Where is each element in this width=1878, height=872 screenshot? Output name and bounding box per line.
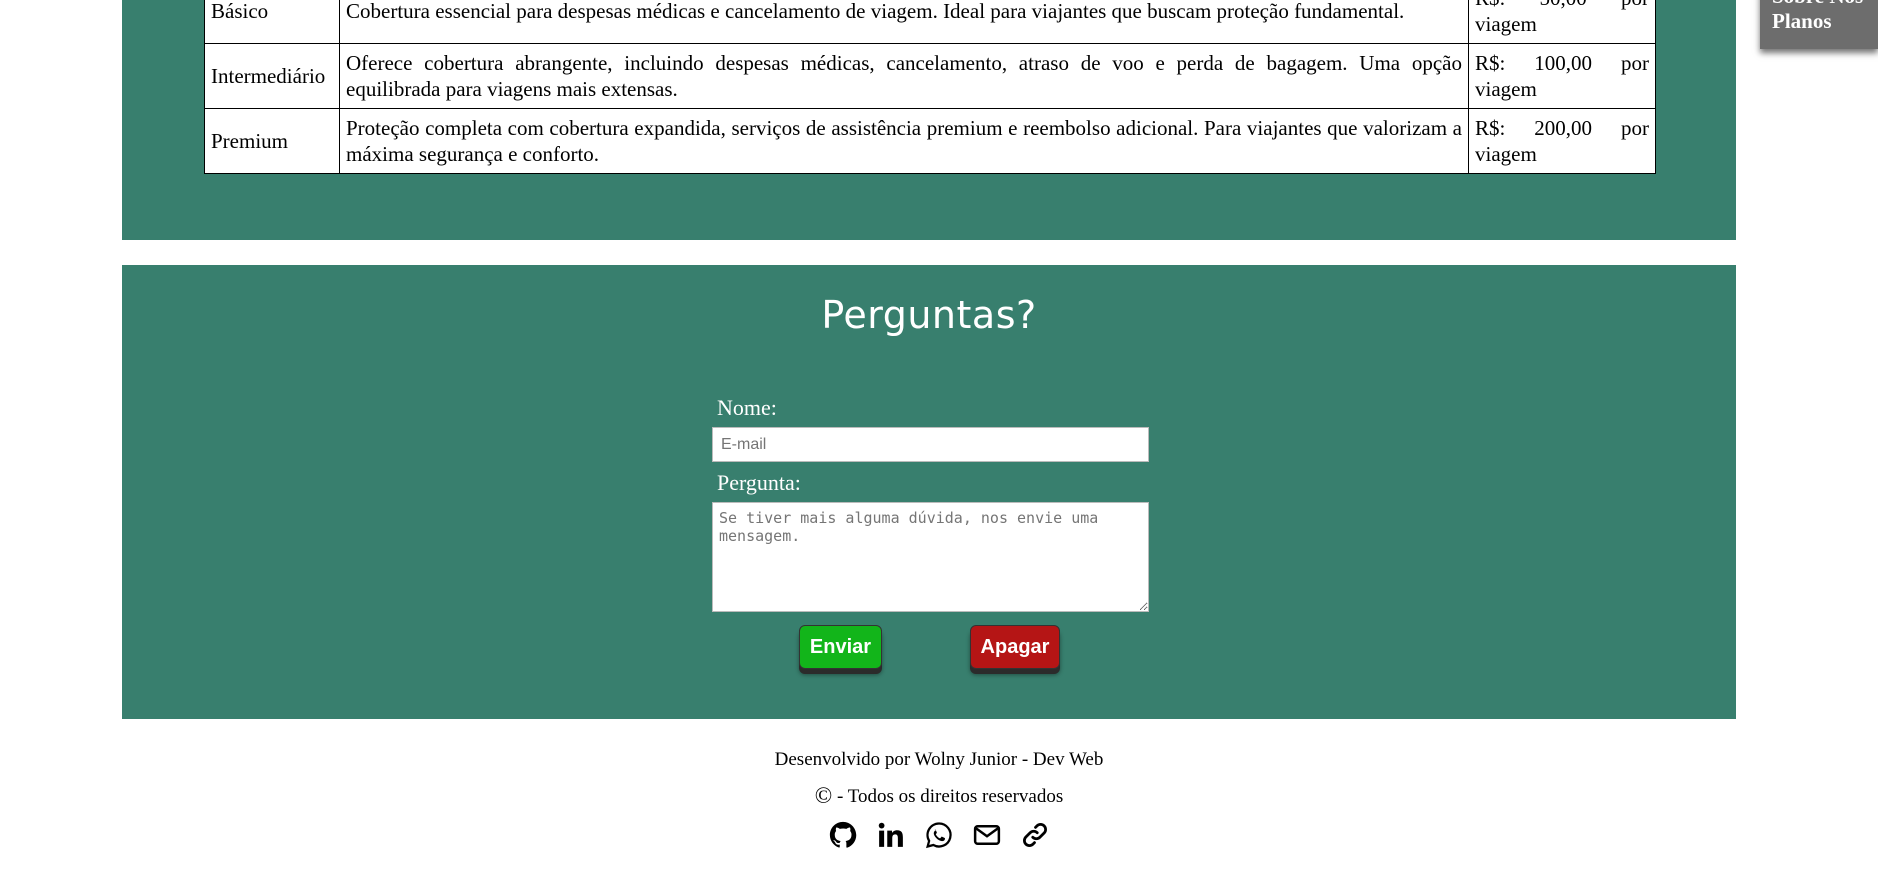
footer-rights: © - Todos os direitos reservados <box>0 783 1878 809</box>
footer-credit: Desenvolvido por Wolny Junior - Dev Web <box>774 749 1104 770</box>
question-textarea[interactable] <box>712 502 1149 612</box>
plan-description-cell: Oferece cobertura abrangente, incluindo … <box>339 43 1469 109</box>
github-icon[interactable] <box>828 820 858 850</box>
linkedin-icon[interactable] <box>876 820 906 850</box>
plan-name-cell: Premium <box>204 108 340 174</box>
menu-link-sobre-nos[interactable]: Sobre Nós <box>1772 0 1878 9</box>
side-menu: Sobre Nós Planos <box>1760 0 1878 49</box>
plan-price-cell: R$: 50,00 por viagem <box>1468 0 1656 44</box>
plan-name-cell: Intermediário <box>204 43 340 109</box>
rights-text: - Todos os direitos reservados <box>832 786 1064 807</box>
question-label: Pergunta: <box>717 470 801 495</box>
whatsapp-icon[interactable] <box>924 820 954 850</box>
menu-link-planos[interactable]: Planos <box>1772 9 1878 34</box>
link-icon[interactable] <box>1020 820 1050 850</box>
plan-description-cell: Proteção completa com cobertura expandid… <box>339 108 1469 174</box>
plan-price-cell: R$: 100,00 por viagem <box>1468 43 1656 109</box>
social-links <box>0 820 1878 852</box>
table-row: Básico Cobertura essencial para despesas… <box>204 0 1656 44</box>
plans-section: Básico Cobertura essencial para despesas… <box>122 0 1736 240</box>
send-button[interactable]: Enviar <box>799 625 882 669</box>
plans-table: Básico Cobertura essencial para despesas… <box>204 0 1656 174</box>
plan-name-cell: Básico <box>204 0 340 44</box>
table-row: Intermediário Oferece cobertura abrangen… <box>204 43 1656 109</box>
clear-button[interactable]: Apagar <box>970 625 1060 669</box>
copyright-icon: © <box>814 783 833 808</box>
email-input[interactable] <box>712 427 1149 462</box>
plan-price-cell: R$: 200,00 por viagem <box>1468 108 1656 174</box>
questions-section: Perguntas? Nome: Pergunta: Enviar Apagar <box>122 265 1736 719</box>
mail-icon[interactable] <box>972 820 1002 850</box>
questions-title: Perguntas? <box>821 293 1037 337</box>
table-row: Premium Proteção completa com cobertura … <box>204 108 1656 174</box>
plan-description-cell: Cobertura essencial para despesas médica… <box>339 0 1469 44</box>
name-label: Nome: <box>717 395 777 420</box>
